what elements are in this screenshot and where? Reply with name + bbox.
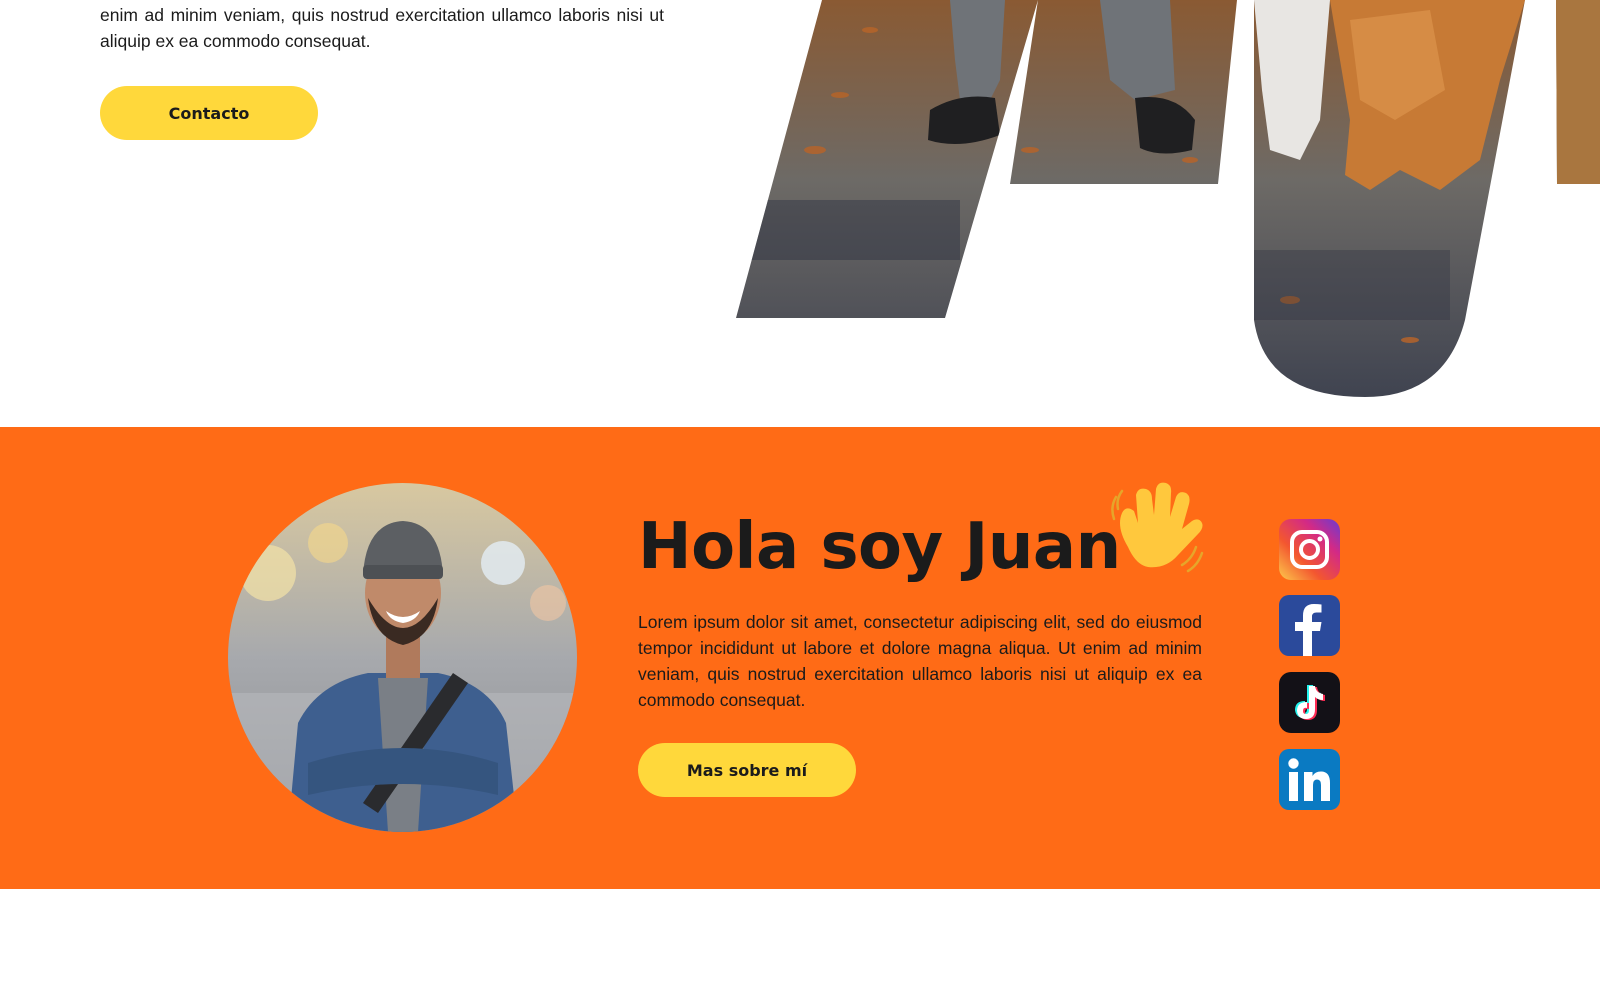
page: enim ad minim veniam, quis nostrud exerc… [0,0,1600,1000]
about-section: Hola soy Juan Lorem ipsum dolor sit amet… [0,427,1600,889]
profile-photo [228,483,577,832]
about-title: Hola soy Juan [638,510,1121,584]
contact-button[interactable]: Contacto [100,86,318,140]
linkedin-icon[interactable] [1279,749,1340,810]
more-about-button[interactable]: Mas sobre mí [638,743,856,797]
about-paragraph: Lorem ipsum dolor sit amet, consectetur … [638,612,1202,710]
dog-walker-photo [736,0,1600,397]
tiktok-icon[interactable] [1279,672,1340,733]
hero-paragraph: enim ad minim veniam, quis nostrud exerc… [100,5,664,51]
facebook-icon[interactable] [1279,595,1340,656]
instagram-icon[interactable] [1279,519,1340,580]
waving-hand-icon [1111,482,1204,573]
